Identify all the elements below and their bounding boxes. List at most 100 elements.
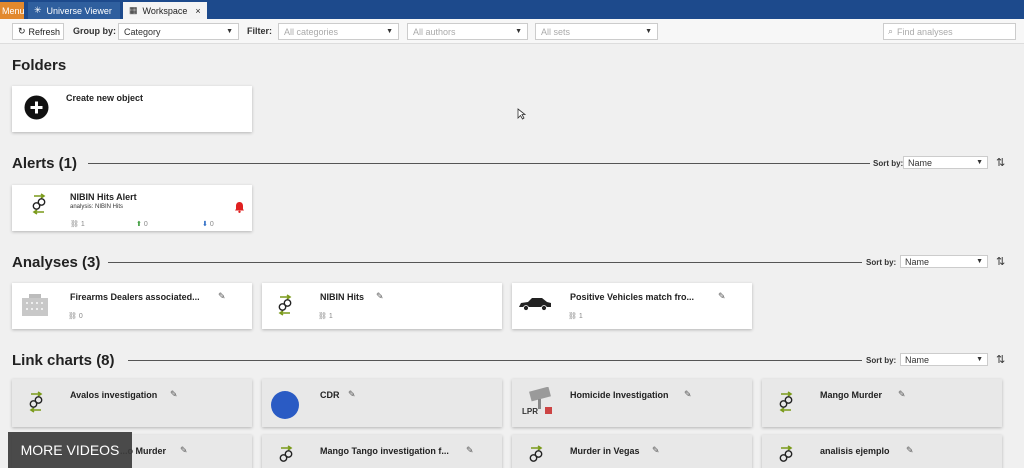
analysis-card[interactable]: NIBIN Hits ✎ ⛓ 1 xyxy=(262,283,502,329)
refresh-icon: ↻ xyxy=(18,26,26,36)
search-placeholder: Find analyses xyxy=(897,26,953,37)
tab-close-icon[interactable]: × xyxy=(195,6,200,16)
tab-bar: Menu ✳ Universe Viewer ▦ Workspace × xyxy=(0,0,1024,19)
linkchart-card[interactable]: LPR Homicide Investigation ✎ xyxy=(512,379,752,427)
tab-workspace-label: Workspace xyxy=(142,5,188,16)
alert-count: ⛓ 1 xyxy=(70,221,85,228)
arrow-up-icon: ⬆ xyxy=(136,221,142,228)
analysis-title: Positive Vehicles match fro... xyxy=(570,292,695,302)
linkchart-title: analisis ejemplo xyxy=(820,446,890,456)
edit-icon[interactable]: ✎ xyxy=(718,291,726,302)
link-chart-icon xyxy=(779,391,793,413)
refresh-label: Refresh xyxy=(28,26,61,37)
group-by-label: Group by: xyxy=(73,26,116,36)
analyses-sort-select[interactable]: Name ▼ xyxy=(900,255,988,268)
sort-order-icon[interactable]: ⇅ xyxy=(996,255,1005,268)
alert-subtitle: analysis: NIBIN Hits xyxy=(70,204,124,210)
alert-up-value: 0 xyxy=(143,221,148,228)
linkchart-title: Murder in Vegas xyxy=(570,446,640,456)
filter-label: Filter: xyxy=(247,26,273,36)
link-chart-icon xyxy=(279,445,293,462)
linkcharts-sort-select[interactable]: Name ▼ xyxy=(900,353,988,366)
chevron-down-icon: ▼ xyxy=(515,28,522,35)
cursor-icon xyxy=(517,108,526,120)
analysis-count-value: 1 xyxy=(328,313,333,320)
search-icon: ⌕ xyxy=(888,26,894,36)
analyses-heading: Analyses (3) xyxy=(12,254,107,271)
linkcharts-rule xyxy=(128,360,862,361)
filter-sets-select[interactable]: All sets ▼ xyxy=(535,23,658,40)
tab-universe-viewer[interactable]: ✳ Universe Viewer xyxy=(28,2,120,19)
edit-icon[interactable]: ✎ xyxy=(898,389,906,400)
car-icon xyxy=(519,298,551,311)
linkchart-card[interactable]: Mango Tango investigation f... ✎ xyxy=(262,435,502,468)
linkchart-card[interactable]: Murder in Vegas ✎ xyxy=(512,435,752,468)
analysis-title: NIBIN Hits xyxy=(320,292,365,302)
edit-icon[interactable]: ✎ xyxy=(376,291,384,302)
alert-count-value: 1 xyxy=(80,221,85,228)
group-by-select[interactable]: Category ▼ xyxy=(118,23,239,40)
analysis-count-value: 0 xyxy=(78,313,83,320)
edit-icon[interactable]: ✎ xyxy=(218,291,226,302)
alert-down-value: 0 xyxy=(209,221,214,228)
sort-order-icon[interactable]: ⇅ xyxy=(996,156,1005,169)
alerts-rule xyxy=(88,163,870,164)
search-input[interactable]: ⌕ Find analyses xyxy=(883,23,1016,40)
edit-icon[interactable]: ✎ xyxy=(652,445,660,456)
more-videos-button[interactable]: MORE VIDEOS xyxy=(8,432,132,468)
analysis-count: ⛓ 0 xyxy=(68,313,83,320)
analysis-card[interactable]: Positive Vehicles match fro... ✎ ⛓ 1 xyxy=(512,283,752,329)
tab-menu-label: Menu xyxy=(2,5,25,16)
linkchart-title: Mango Tango investigation f... xyxy=(320,446,449,456)
chevron-down-icon: ▼ xyxy=(226,28,233,35)
group-by-value: Category xyxy=(124,26,161,37)
linkchart-card[interactable]: analisis ejemplo ✎ xyxy=(762,435,1002,468)
refresh-button[interactable]: ↻ Refresh xyxy=(12,23,64,40)
create-object-card[interactable]: Create new object xyxy=(12,86,252,132)
building-icon xyxy=(22,294,48,316)
create-object-label: Create new object xyxy=(66,93,144,103)
edit-icon[interactable]: ✎ xyxy=(348,389,356,400)
filter-authors-value: All authors xyxy=(413,26,456,37)
chevron-down-icon: ▼ xyxy=(645,28,652,35)
tab-workspace[interactable]: ▦ Workspace × xyxy=(123,2,207,19)
more-videos-label: MORE VIDEOS xyxy=(20,442,120,458)
filter-categories-select[interactable]: All categories ▼ xyxy=(278,23,399,40)
alert-card[interactable]: NIBIN Hits Alert analysis: NIBIN Hits ⛓ … xyxy=(12,185,252,231)
linkchart-card[interactable]: Mango Murder ✎ xyxy=(762,379,1002,427)
edit-icon[interactable]: ✎ xyxy=(906,445,914,456)
linkcharts-heading: Link charts (8) xyxy=(12,352,121,369)
linkchart-card[interactable]: Avalos investigation ✎ xyxy=(12,379,252,427)
tab-menu[interactable]: Menu xyxy=(0,2,25,19)
filter-authors-select[interactable]: All authors ▼ xyxy=(407,23,528,40)
edit-icon[interactable]: ✎ xyxy=(466,445,474,456)
linkchart-title: Avalos investigation xyxy=(70,390,158,400)
linkchart-title: CDR xyxy=(320,390,340,400)
filter-categories-value: All categories xyxy=(284,26,339,37)
sort-order-icon[interactable]: ⇅ xyxy=(996,353,1005,366)
alerts-heading: Alerts (1) xyxy=(12,155,84,172)
link-chart-icon xyxy=(779,445,793,462)
plus-circle-icon xyxy=(24,95,49,120)
edit-icon[interactable]: ✎ xyxy=(684,389,692,400)
link-chart-icon xyxy=(32,193,46,215)
tab-universe-label: Universe Viewer xyxy=(46,5,112,16)
bell-icon xyxy=(235,202,244,213)
chevron-down-icon: ▼ xyxy=(386,28,393,35)
edit-icon[interactable]: ✎ xyxy=(180,445,188,456)
folders-heading: Folders xyxy=(12,57,73,74)
alerts-sort-select[interactable]: Name ▼ xyxy=(903,156,988,169)
alerts-sort-value: Name xyxy=(908,157,933,168)
linkcharts-sort-label: Sort by: xyxy=(866,356,897,365)
network-icon: ✳ xyxy=(34,5,42,15)
analysis-card[interactable]: Firearms Dealers associated... ✎ ⛓ 0 xyxy=(12,283,252,329)
grid-icon: ▦ xyxy=(129,5,138,15)
analysis-count: ⛓ 1 xyxy=(318,313,333,320)
linkchart-card[interactable]: CDR ✎ xyxy=(262,379,502,427)
filter-sets-value: All sets xyxy=(541,26,571,37)
edit-icon[interactable]: ✎ xyxy=(170,389,178,400)
alert-up: ⬆ 0 xyxy=(136,220,148,228)
link-chart-icon xyxy=(529,445,543,462)
analyses-sort-label: Sort by: xyxy=(866,258,897,267)
analysis-count-value: 1 xyxy=(578,313,583,320)
